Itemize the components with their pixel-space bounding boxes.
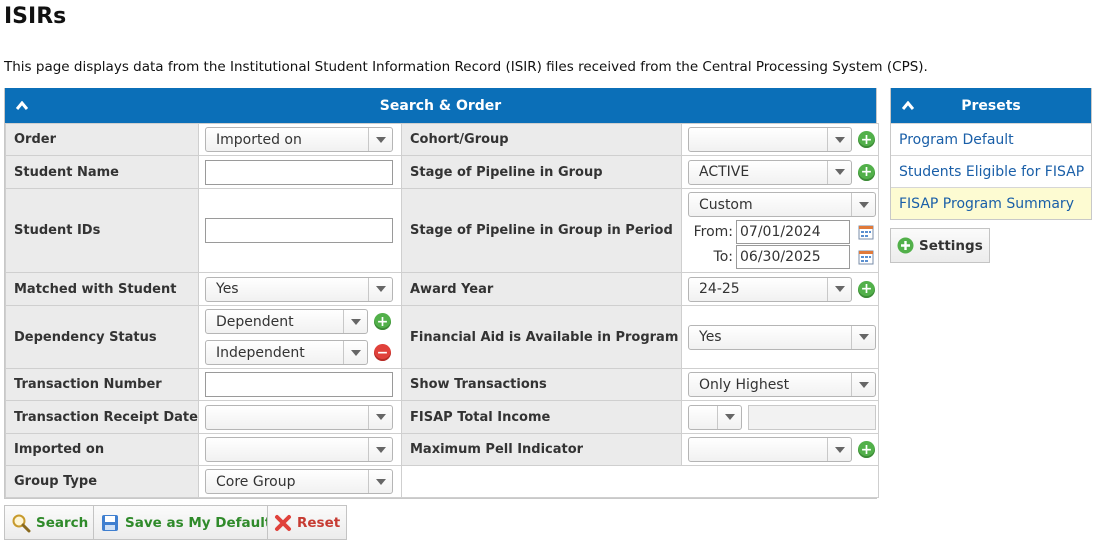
search-order-header[interactable]: Search & Order [5,88,876,123]
student-name-label: Student Name [5,155,199,189]
transaction-receipt-date-select[interactable] [205,404,393,430]
add-stage-icon[interactable]: + [858,163,875,181]
plus-circle-icon [897,237,914,254]
student-ids-label: Student IDs [5,188,199,273]
calendar-icon[interactable] [858,249,874,265]
to-label: To: [713,249,733,265]
fisap-income-input[interactable] [748,404,877,430]
empty-cell [401,465,879,498]
search-button[interactable]: Search [4,505,96,540]
max-pell-indicator-label: Maximum Pell Indicator [401,433,682,466]
x-icon [274,514,292,532]
fisap-income-operator-select[interactable] [688,404,742,430]
from-label: From: [693,224,733,240]
add-cohort-group-icon[interactable]: + [858,131,875,148]
matched-student-label: Matched with Student [5,272,199,306]
chevron-down-icon[interactable] [343,341,367,364]
chevron-down-icon[interactable] [827,128,851,151]
preset-program-default[interactable]: Program Default [891,123,1091,155]
add-award-year-icon[interactable]: + [858,280,875,298]
search-order-panel: Search & Order Order Imported on Cohort/… [4,88,879,499]
imported-on-select[interactable] [205,437,393,462]
stage-pipeline-select[interactable]: ACTIVE [688,159,852,185]
cohort-group-select[interactable] [688,127,852,152]
stage-period-select[interactable]: Custom [688,192,876,217]
stage-pipeline-label: Stage of Pipeline in Group [401,155,682,189]
calendar-icon[interactable] [858,224,874,240]
remove-dependency-icon[interactable]: − [374,344,391,361]
presets-header[interactable]: Presets [891,88,1091,123]
chevron-down-icon[interactable] [717,405,741,429]
page-title: ISIRs [4,4,67,29]
dependency-status-label: Dependency Status [5,305,199,369]
dependency-status-select-2[interactable]: Independent [205,340,368,365]
transaction-number-label: Transaction Number [5,368,199,401]
financial-aid-label: Financial Aid is Available in Program [401,305,682,369]
transaction-number-input[interactable] [205,372,393,397]
chevron-down-icon[interactable] [851,193,875,216]
show-transactions-label: Show Transactions [401,368,682,401]
settings-label: Settings [919,237,983,254]
reset-label: Reset [297,514,341,531]
chevron-down-icon[interactable] [368,277,392,301]
group-type-label: Group Type [5,465,199,498]
add-dependency-icon[interactable]: + [374,313,391,330]
chevron-down-icon[interactable] [827,160,851,184]
chevron-down-icon[interactable] [827,277,851,301]
preset-students-eligible-fisap[interactable]: Students Eligible for FISAP [891,155,1091,187]
page-description: This page displays data from the Institu… [4,59,928,75]
to-date-input[interactable]: 06/30/2025 [736,245,850,269]
show-transactions-select[interactable]: Only Highest [688,372,876,397]
group-type-select[interactable]: Core Group [205,469,393,494]
order-label: Order [5,123,199,156]
chevron-up-icon[interactable] [15,98,29,112]
chevron-down-icon[interactable] [368,470,392,493]
search-order-title: Search & Order [379,97,502,114]
stage-pipeline-period-label: Stage of Pipeline in Group in Period [401,188,682,273]
order-select[interactable]: Imported on [205,127,393,152]
add-pell-indicator-icon[interactable]: + [858,441,875,458]
dependency-status-select-1[interactable]: Dependent [205,309,368,334]
floppy-disk-icon [100,513,120,533]
magnifier-icon [11,513,31,533]
order-value: Imported on [216,131,302,148]
student-ids-input[interactable] [205,218,393,243]
chevron-down-icon[interactable] [368,405,392,429]
financial-aid-select[interactable]: Yes [688,324,876,350]
save-default-button[interactable]: Save as My Default [93,505,279,540]
settings-button[interactable]: Settings [890,228,990,263]
award-year-label: Award Year [401,272,682,306]
matched-student-select[interactable]: Yes [205,276,393,302]
presets-panel: Presets Program Default Students Eligibl… [890,88,1092,220]
save-default-label: Save as My Default [125,514,272,531]
presets-title: Presets [961,97,1021,114]
chevron-down-icon[interactable] [368,438,392,461]
chevron-down-icon[interactable] [851,373,875,396]
from-date-input[interactable]: 07/01/2024 [736,220,850,244]
chevron-down-icon[interactable] [851,325,875,349]
chevron-up-icon[interactable] [901,98,915,112]
chevron-down-icon[interactable] [343,310,367,333]
award-year-select[interactable]: 24-25 [688,276,852,302]
chevron-down-icon[interactable] [368,128,392,151]
fisap-total-income-label: FISAP Total Income [401,400,682,434]
student-name-input[interactable] [205,159,393,185]
preset-fisap-program-summary[interactable]: FISAP Program Summary [891,187,1091,219]
search-label: Search [36,514,89,531]
cohort-group-label: Cohort/Group [401,123,682,156]
max-pell-indicator-select[interactable] [688,437,852,462]
search-form-table: Order Imported on Cohort/Group + Student… [5,123,879,498]
reset-button[interactable]: Reset [267,505,348,540]
imported-on-label: Imported on [5,433,199,466]
transaction-receipt-date-label: Transaction Receipt Date [5,400,199,434]
chevron-down-icon[interactable] [827,438,851,461]
